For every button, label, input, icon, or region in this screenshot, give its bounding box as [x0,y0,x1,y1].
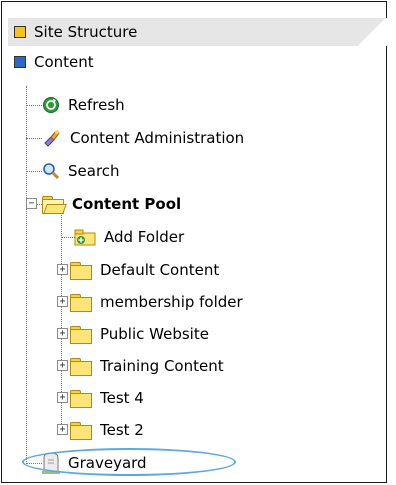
folder-icon [70,293,92,312]
expand-toggle[interactable]: + [57,328,68,339]
site-structure-square-icon [14,26,26,38]
tree-item-folder[interactable]: Public Website [70,321,209,347]
folder-icon [70,357,92,376]
folder-icon [70,389,92,408]
expand-toggle[interactable]: + [57,392,68,403]
expand-toggle[interactable]: + [57,424,68,435]
tree-item-folder[interactable]: Test 4 [70,385,144,411]
tree-connector [26,171,42,172]
tree-item-folder[interactable]: Training Content [70,353,224,379]
tab-site-structure-label: Site Structure [34,23,138,41]
tree-connector [26,86,27,464]
tree-connector [26,138,42,139]
content-tree: Refresh Content Administration Search − … [2,86,386,476]
tree-item-add-folder-label: Add Folder [104,228,185,246]
content-square-icon [14,56,26,68]
tree-connector [61,237,75,238]
tree-item-content-administration[interactable]: Content Administration [42,125,244,151]
tree-item-folder[interactable]: Default Content [70,257,219,283]
tab-content[interactable]: Content [8,48,368,76]
collapse-toggle[interactable]: − [26,198,37,209]
tree-item-folder[interactable]: membership folder [70,289,243,315]
tree-item-folder-label: membership folder [100,293,243,311]
tree-item-add-folder[interactable]: Add Folder [74,224,184,250]
tree-connector [26,105,42,106]
folder-icon [70,325,92,344]
admin-icon [42,128,62,148]
content-panel: Site Structure Content Refresh Content A… [1,1,392,483]
folder-icon [70,261,92,280]
tree-item-refresh-label: Refresh [68,96,125,114]
expand-toggle[interactable]: + [57,264,68,275]
panel-tabs: Site Structure Content [2,2,392,82]
folder-icon [70,421,92,440]
tree-item-content-pool-label: Content Pool [72,195,182,213]
tree-item-folder-label: Default Content [100,261,220,279]
add-folder-icon [74,229,96,246]
open-folder-icon [42,195,67,214]
tree-item-search[interactable]: Search [42,158,120,184]
tab-site-structure[interactable]: Site Structure [8,18,392,46]
tree-item-folder[interactable]: Test 2 [70,417,144,443]
expand-toggle[interactable]: + [57,360,68,371]
tree-item-content-pool[interactable]: Content Pool [42,191,181,217]
tree-item-folder-label: Training Content [100,357,224,375]
tab-content-label: Content [34,53,94,71]
tree-item-folder-label: Public Website [100,325,209,343]
search-icon [42,162,60,180]
tree-item-folder-label: Test 2 [100,421,144,439]
tree-item-search-label: Search [68,162,120,180]
tree-item-refresh[interactable]: Refresh [42,92,125,118]
expand-toggle[interactable]: + [57,296,68,307]
tree-item-content-administration-label: Content Administration [70,129,245,147]
refresh-icon [42,96,60,114]
graveyard-highlight-ellipse [22,448,236,476]
tree-item-folder-label: Test 4 [100,389,144,407]
